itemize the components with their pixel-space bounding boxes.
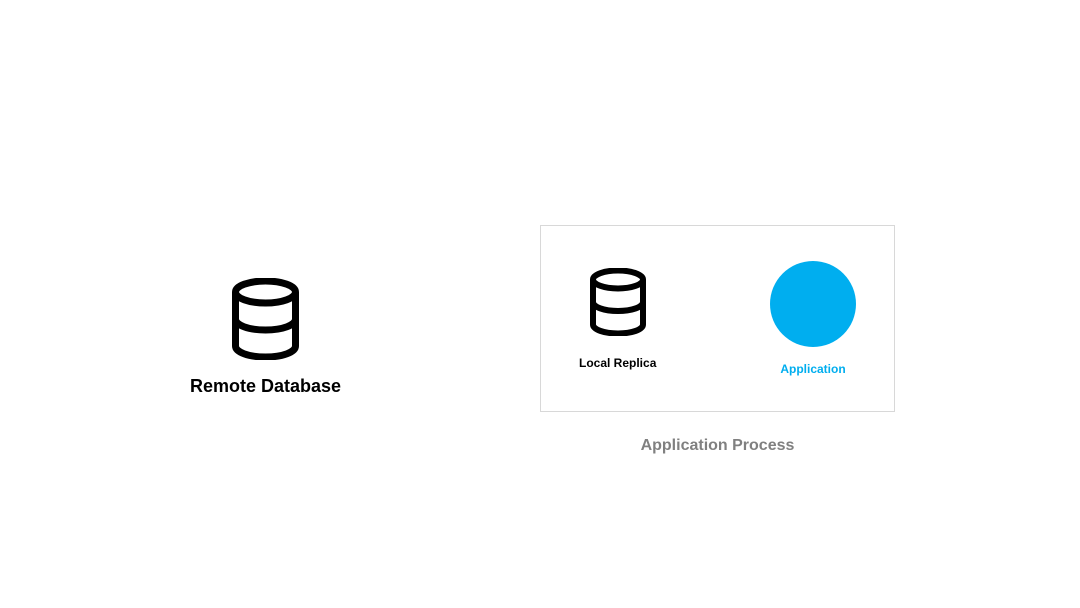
database-icon (587, 268, 649, 336)
application-process-label: Application Process (540, 437, 895, 455)
application-process-box: Local Replica Application (540, 225, 895, 412)
local-replica-group: Local Replica (579, 268, 656, 370)
application-group: Application (770, 261, 856, 376)
remote-database-label: Remote Database (190, 376, 341, 397)
application-circle-icon (770, 261, 856, 347)
application-label: Application (780, 362, 845, 376)
database-icon (228, 278, 303, 360)
local-replica-label: Local Replica (579, 356, 656, 370)
remote-database-group: Remote Database (190, 278, 341, 397)
